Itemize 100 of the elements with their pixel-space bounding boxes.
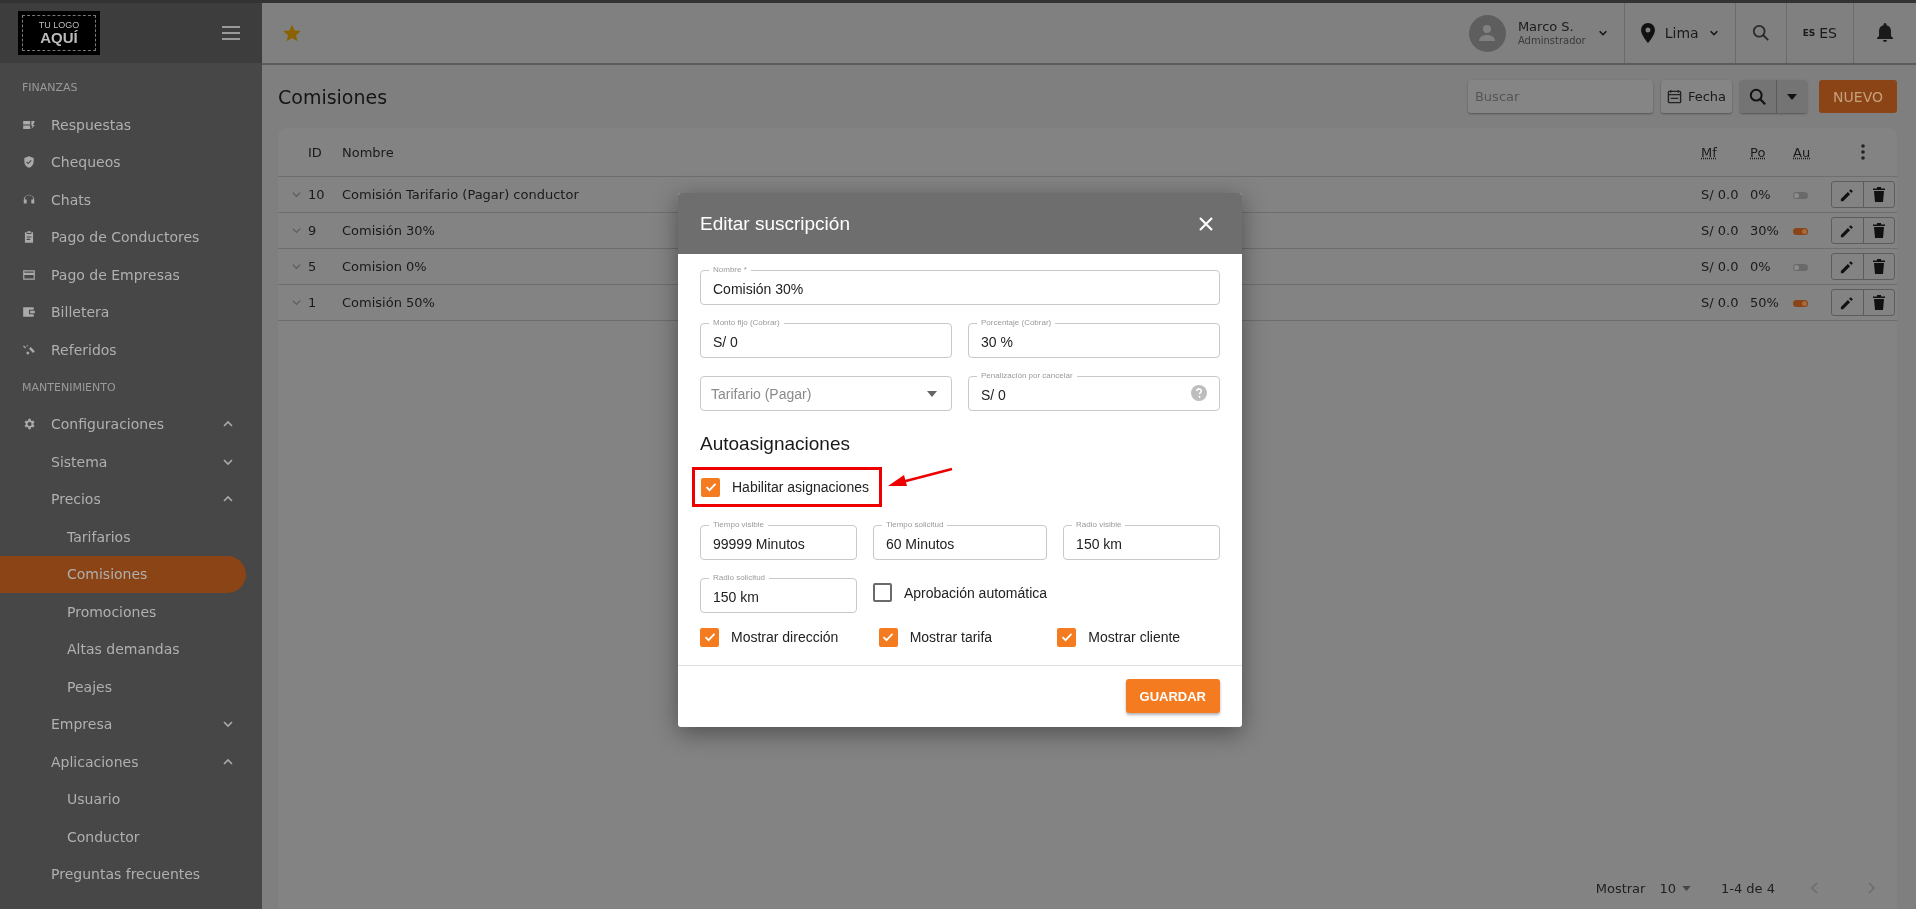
- location-pin-icon: [1640, 23, 1655, 43]
- pencil-icon: [1840, 259, 1855, 274]
- sidebar-item[interactable]: Preguntas frecuentes: [0, 855, 246, 893]
- sidebar-item[interactable]: Referidos: [0, 331, 246, 369]
- sidebar-item[interactable]: Sistema: [0, 443, 246, 481]
- sidebar-item[interactable]: Peajes: [0, 668, 246, 706]
- sidebar-item[interactable]: Configuraciones: [0, 405, 246, 443]
- checkbox-label: Aprobación automática: [903, 584, 1048, 601]
- column-header: ID: [308, 144, 323, 160]
- section-heading: Autoasignaciones: [700, 433, 851, 455]
- table-cell-text: 30%: [1750, 223, 1780, 238]
- trash-icon: [1872, 259, 1885, 274]
- checkbox[interactable]: [1057, 627, 1077, 647]
- table-cell-text: 0%: [1750, 259, 1772, 274]
- save-button[interactable]: GUARDAR: [1125, 679, 1220, 713]
- headset-icon: [22, 192, 36, 207]
- trash-icon: [1872, 223, 1885, 238]
- sidebar-item[interactable]: Pago de Empresas: [0, 256, 246, 294]
- field-label: Tiempo solicitud: [881, 519, 948, 531]
- logo: TU LOGO AQUÍ: [18, 11, 100, 55]
- avatar: [1468, 14, 1506, 52]
- caret-icon: [927, 391, 937, 397]
- caret-icon: [1787, 93, 1798, 100]
- table-cell-text: S/ 0.0: [1701, 295, 1740, 310]
- checkbox-label: Mostrar dirección: [731, 629, 839, 645]
- toggle-switch[interactable]: [1793, 228, 1808, 235]
- annotation-arrow: [887, 467, 954, 489]
- sidebar-item[interactable]: Aplicaciones: [0, 743, 246, 781]
- checkbox-label: Mostrar tarifa: [909, 629, 993, 645]
- sidebar-item[interactable]: Respuestas: [0, 106, 246, 144]
- chevron-down-icon[interactable]: [1597, 28, 1608, 38]
- user-name: Marco S.: [1517, 19, 1575, 35]
- table-cell: Comisión 30%: [342, 223, 435, 238]
- pencil-icon: [1840, 295, 1855, 310]
- trash-icon: [1872, 295, 1885, 310]
- search-icon: [1749, 87, 1768, 106]
- user-role: Adminstrador: [1517, 34, 1586, 47]
- dropdown-button[interactable]: [1777, 80, 1808, 113]
- close-icon[interactable]: [1199, 216, 1213, 231]
- sidebar-item[interactable]: Precios: [0, 480, 246, 518]
- field-label: Monto fijo (Cobrar): [709, 317, 784, 329]
- city-selector[interactable]: Lima: [1664, 25, 1699, 41]
- sidebar-item[interactable]: Chats: [0, 181, 246, 219]
- checkbox[interactable]: [700, 627, 719, 647]
- sidebar-item[interactable]: Altas demandas: [0, 630, 246, 668]
- star-icon[interactable]: [282, 23, 302, 43]
- table-cell-text: 50%: [1750, 295, 1780, 310]
- checkbox[interactable]: [872, 583, 892, 602]
- search-icon[interactable]: [1751, 24, 1770, 42]
- sidebar-item[interactable]: Chequeos: [0, 143, 246, 181]
- sidebar-item[interactable]: Usuario: [0, 780, 246, 818]
- chevron-down-icon[interactable]: [1708, 28, 1719, 38]
- bell-icon[interactable]: [1876, 23, 1894, 43]
- rows-per-page-label: Mostrar: [1595, 880, 1646, 896]
- toggle-switch[interactable]: [1793, 192, 1808, 199]
- more-vertical-icon[interactable]: [1861, 144, 1865, 160]
- date-button[interactable]: Fecha: [1660, 80, 1733, 113]
- search-button[interactable]: [1740, 80, 1778, 113]
- calendar-icon: [1666, 89, 1682, 104]
- clipboard-icon: [22, 230, 36, 245]
- table-cell-text: S/ 0.0: [1701, 187, 1740, 202]
- checkbox-label: Habilitar asignaciones: [732, 479, 869, 495]
- select-field[interactable]: Tarifario (Pagar): [700, 376, 952, 411]
- sidebar-item[interactable]: Promociones: [0, 593, 246, 631]
- column-header[interactable]: Mf: [1701, 144, 1750, 160]
- new-button[interactable]: NUEVO: [1819, 80, 1897, 113]
- toggle-switch[interactable]: [1793, 300, 1808, 307]
- toggle-switch[interactable]: [1793, 264, 1808, 271]
- table-cell-text: 9: [308, 223, 318, 238]
- menu-icon[interactable]: [222, 26, 240, 40]
- page-title: Comisiones: [278, 85, 388, 108]
- table-cell: Comision 0%: [342, 259, 427, 274]
- language-selector[interactable]: ES: [1819, 25, 1837, 41]
- table-cell: Comisión 50%: [342, 295, 435, 310]
- checkbox[interactable]: [878, 627, 898, 647]
- column-header[interactable]: Po: [1750, 144, 1793, 160]
- sidebar-item[interactable]: Tarifarios: [0, 518, 246, 556]
- section-heading: MANTENIMIENTO: [21, 379, 117, 396]
- table-cell-text: S/ 0.0: [1701, 259, 1740, 274]
- sidebar-item[interactable]: Conductor: [0, 818, 246, 856]
- sidebar-item[interactable]: Pago de Conductores: [0, 218, 246, 256]
- sidebar-item[interactable]: Comisiones: [0, 555, 246, 593]
- caret-icon: [1681, 885, 1691, 891]
- checkbox-label: Mostrar cliente: [1088, 629, 1181, 645]
- column-header[interactable]: Au: [1793, 144, 1831, 160]
- gear-icon: [22, 417, 36, 432]
- wallet-icon: [22, 305, 36, 320]
- sidebar-item[interactable]: Billetera: [0, 293, 246, 331]
- rows-per-page-select[interactable]: 10: [1659, 880, 1691, 896]
- section-heading: FINANZAS: [21, 80, 79, 96]
- column-header: Nombre: [342, 144, 395, 160]
- shield-check-icon: [22, 155, 36, 170]
- sidebar-item[interactable]: Empresa: [0, 705, 246, 743]
- table-cell: Comisión Tarifario (Pagar) conductor: [342, 187, 579, 202]
- field-label: Porcentaje (Cobrar): [977, 317, 1056, 329]
- table-cell-text: 1: [308, 295, 318, 310]
- table-cell-text: S/ 0.0: [1701, 223, 1740, 238]
- pencil-icon: [1840, 187, 1855, 202]
- credit-card-icon: [22, 267, 36, 282]
- checkbox[interactable]: [701, 477, 720, 497]
